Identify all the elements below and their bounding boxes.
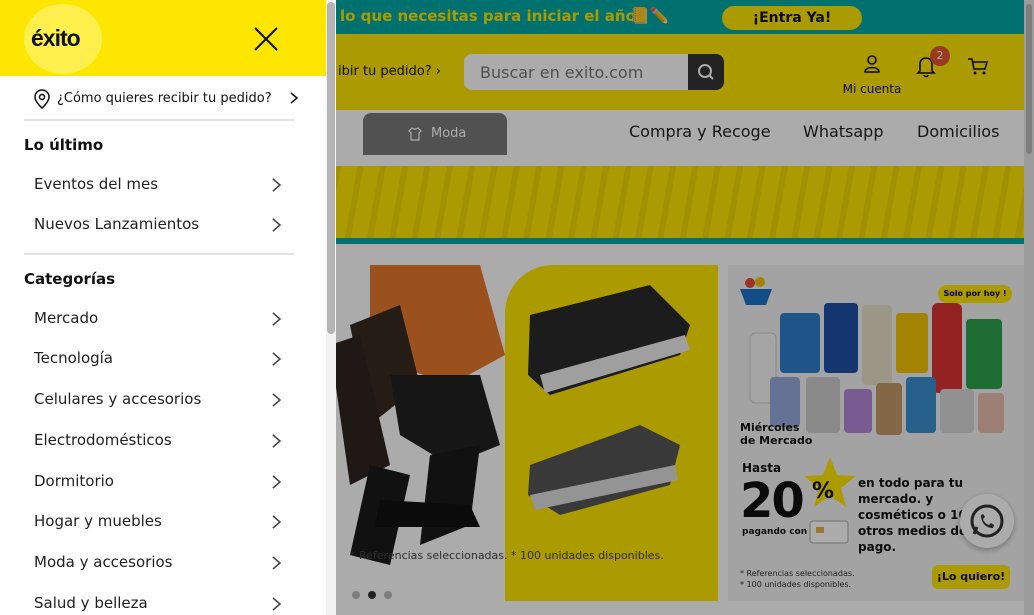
section-title-categorias: Categorías xyxy=(24,270,116,288)
chevron-right-icon xyxy=(272,218,281,232)
menu-item-eventos-del-mes[interactable]: Eventos del mes xyxy=(24,168,294,200)
menu-item-label: Salud y belleza xyxy=(34,594,148,612)
menu-item-tecnologia[interactable]: Tecnología xyxy=(24,342,294,374)
location-pin-icon xyxy=(34,89,50,109)
drawer-scrollbar-thumb[interactable] xyxy=(327,2,335,334)
menu-item-label: Eventos del mes xyxy=(34,175,159,193)
menu-item-celulares[interactable]: Celulares y accesorios xyxy=(24,383,294,415)
chevron-right-icon xyxy=(272,515,281,529)
chevron-right-icon xyxy=(272,597,281,611)
delivery-method-label: ¿Cómo quieres recibir tu pedido? xyxy=(57,91,272,106)
chevron-right-icon xyxy=(272,312,281,326)
menu-item-label: Hogar y muebles xyxy=(34,512,162,530)
chevron-right-icon xyxy=(272,556,281,570)
menu-item-label: Mercado xyxy=(34,309,99,327)
divider xyxy=(24,119,294,121)
chevron-right-icon xyxy=(272,178,281,192)
delivery-method-link[interactable]: ¿Cómo quieres recibir tu pedido? xyxy=(24,86,298,112)
menu-item-dormitorio[interactable]: Dormitorio xyxy=(24,465,294,497)
drawer-header: éxito xyxy=(0,0,326,76)
chevron-right-icon xyxy=(290,92,298,104)
menu-item-electrodomesticos[interactable]: Electrodomésticos xyxy=(24,424,294,456)
chevron-right-icon xyxy=(272,475,281,489)
logo-text: éxito xyxy=(31,25,81,51)
exito-logo[interactable]: éxito xyxy=(24,4,102,74)
divider xyxy=(24,253,294,255)
menu-item-label: Electrodomésticos xyxy=(34,431,172,449)
menu-item-label: Celulares y accesorios xyxy=(34,390,202,408)
section-title-lo-ultimo: Lo último xyxy=(24,136,104,154)
menu-item-label: Tecnología xyxy=(34,349,113,367)
menu-item-moda-accesorios[interactable]: Moda y accesorios xyxy=(24,546,294,578)
close-button[interactable] xyxy=(252,25,280,53)
menu-item-hogar-muebles[interactable]: Hogar y muebles xyxy=(24,505,294,537)
menu-item-salud-belleza[interactable]: Salud y belleza xyxy=(24,587,294,615)
menu-item-label: Dormitorio xyxy=(34,472,114,490)
menu-item-label: Moda y accesorios xyxy=(34,553,173,571)
chevron-right-icon xyxy=(272,393,281,407)
menu-item-label: Nuevos Lanzamientos xyxy=(34,215,200,233)
menu-item-nuevos-lanzamientos[interactable]: Nuevos Lanzamientos xyxy=(24,208,294,240)
side-menu-drawer: éxito ¿Cómo quieres recibir tu pedido? L… xyxy=(0,0,336,615)
drawer-scrollbar[interactable] xyxy=(326,0,336,615)
menu-item-mercado[interactable]: Mercado xyxy=(24,302,294,334)
close-icon xyxy=(254,27,278,51)
chevron-right-icon xyxy=(272,434,281,448)
chevron-right-icon xyxy=(272,352,281,366)
